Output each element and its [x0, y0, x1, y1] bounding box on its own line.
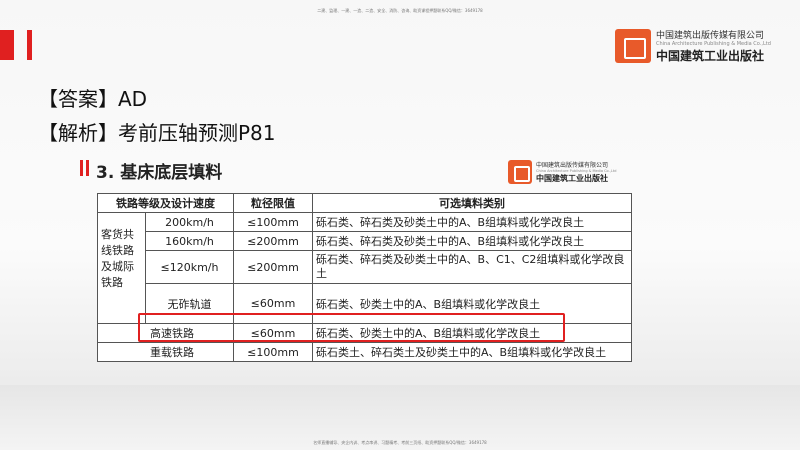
cell-limit: ≤200mm — [233, 231, 313, 251]
analysis-text: 【解析】考前压轴预测P81 — [38, 121, 276, 145]
answer-text: 【答案】AD — [38, 87, 148, 111]
cell-speed: 160km/h — [145, 231, 234, 251]
cell-limit: ≤100mm — [233, 212, 313, 232]
cell-speed: 重载铁路 — [97, 342, 234, 362]
group-label: 客货共线铁路及城际铁路 — [97, 212, 146, 324]
red-accent-bar — [27, 30, 32, 60]
table-row: 客货共线铁路及城际铁路 200km/h ≤100mm 砾石类、碎石类及砂类土中的… — [97, 212, 632, 324]
table-header-row: 铁路等级及设计速度 粒径限值 可选填料类别 — [97, 193, 632, 213]
slide-title-accent — [86, 160, 89, 176]
publisher-logo-icon — [615, 29, 651, 63]
watermark-bottom: 名师直播辅导、央企内训、考点串讲、习题精考、考前三页纸、助资押题联系QQ/微信：… — [313, 440, 487, 445]
table-row: 160km/h ≤200mm 砾石类、碎石类及砂类土中的A、B组填料或化学改良土 — [98, 231, 632, 251]
publisher-logo: 中国建筑出版传媒有限公司 China Architecture Publishi… — [615, 28, 771, 64]
watermark-top: 二建、监理、一建、一造、二造、安全、消防、咨询、助资课程押题联系QQ/微信：36… — [317, 8, 483, 13]
publisher-calligraphy: 中国建筑工业出版社 — [656, 49, 765, 63]
cell-speed: 200km/h — [145, 212, 234, 232]
publisher-logo-icon — [508, 160, 532, 184]
slide-title: 3. 基床底层填料 — [96, 163, 223, 183]
table-row: ≤120km/h ≤200mm 砾石类、碎石类及砂类土中的A、B、C1、C2组填… — [98, 250, 632, 284]
publisher-name-cn: 中国建筑出版传媒有限公司 — [656, 31, 765, 41]
highlight-box — [138, 313, 565, 342]
header-fill: 可选填料类别 — [312, 193, 632, 213]
cell-fill: 砾石类、碎石类及砂类土中的A、B组填料或化学改良土 — [312, 212, 632, 232]
header-grade: 铁路等级及设计速度 — [97, 193, 234, 213]
cell-fill: 砾石类、碎石类及砂类土中的A、B、C1、C2组填料或化学改良土 — [312, 250, 632, 284]
table-row: 重载铁路 ≤100mm 砾石类土、碎石类土及砂类土中的A、B组填料或化学改良土 — [97, 342, 632, 362]
slide-publisher-logo: 中国建筑出版传媒有限公司 China Architecture Publishi… — [508, 160, 616, 184]
header-limit: 粒径限值 — [233, 193, 313, 213]
publisher-name-cn: 中国建筑出版传媒有限公司 — [536, 162, 609, 169]
cell-fill: 砾石类土、碎石类土及砂类土中的A、B组填料或化学改良土 — [312, 342, 632, 362]
publisher-calligraphy: 中国建筑工业出版社 — [536, 173, 608, 183]
cell-fill: 砾石类、碎石类及砂类土中的A、B组填料或化学改良土 — [312, 231, 632, 251]
cell-limit: ≤100mm — [233, 342, 313, 362]
slide-title-accent — [80, 160, 83, 176]
cell-speed: ≤120km/h — [145, 250, 234, 284]
cell-limit: ≤200mm — [233, 250, 313, 284]
red-accent-bar — [0, 30, 14, 60]
